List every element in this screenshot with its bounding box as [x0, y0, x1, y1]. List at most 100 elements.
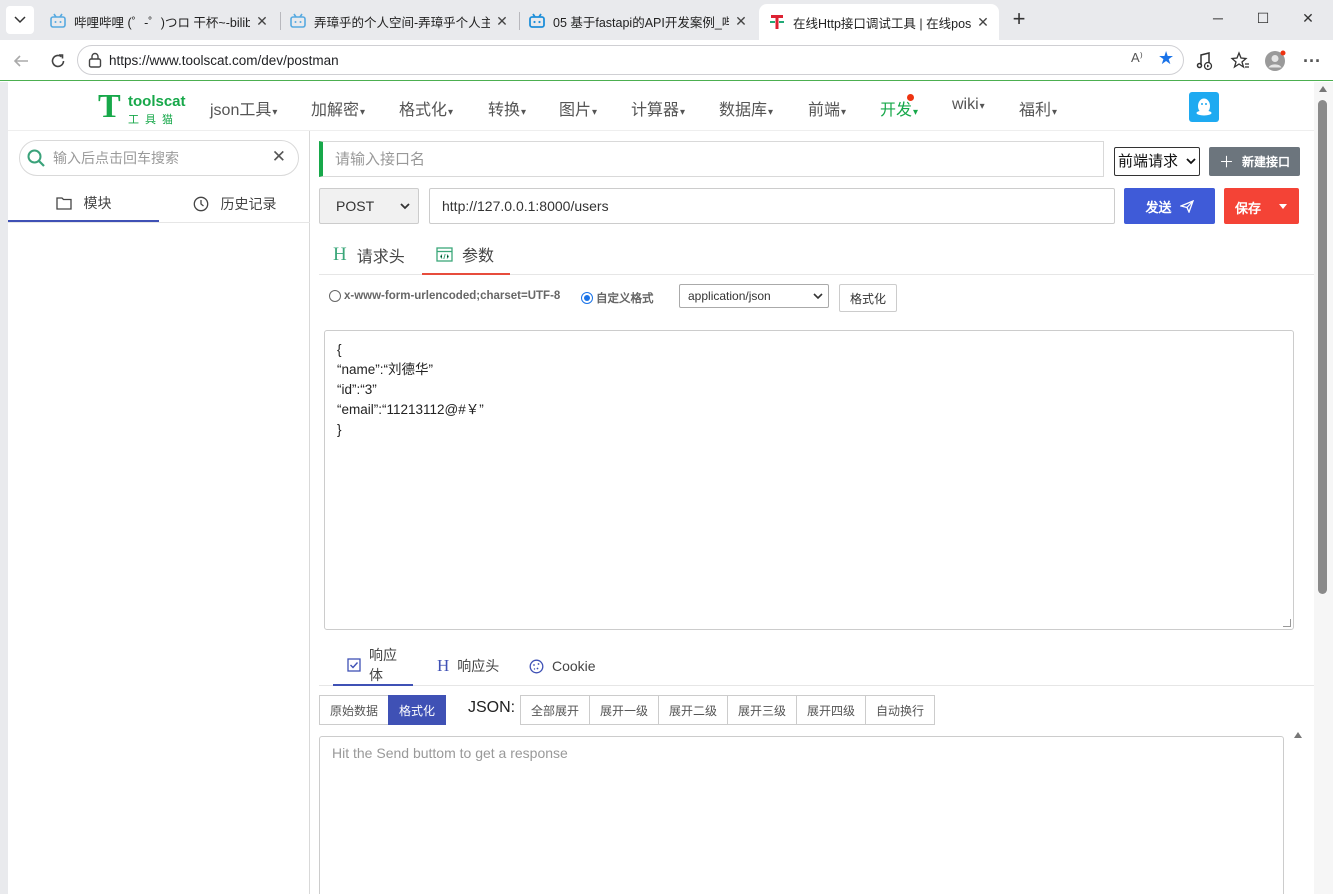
close-icon[interactable]: ✕ [494, 13, 510, 30]
menu-frontend[interactable]: 前端▾ [808, 96, 846, 120]
url-text[interactable]: https://www.toolscat.com/dev/postman [109, 53, 339, 68]
api-name-field[interactable] [319, 141, 1104, 177]
browser-tab-bilibili[interactable]: 哔哩哔哩 (゜-゜)つロ 干杯~-bilibili ✕ [40, 6, 278, 36]
menu-dev[interactable]: 开发▾ [880, 94, 918, 120]
read-aloud-icon[interactable]: A⁾ [1131, 50, 1143, 66]
tab-label: 模块 [83, 195, 112, 211]
media-control-icon[interactable] [1193, 50, 1215, 72]
menu-convert[interactable]: 转换▾ [488, 96, 526, 120]
new-api-label: 新建接口 [1242, 155, 1291, 169]
new-tab-plus-icon[interactable]: + [1007, 8, 1031, 32]
back-arrow-icon[interactable] [10, 50, 32, 72]
request-body-editor[interactable]: { “name”:“刘德华” “id”:“3” “email”:“1121311… [324, 330, 1294, 630]
request-type-select[interactable]: 前端请求 [1114, 147, 1200, 176]
resize-handle-icon[interactable] [1283, 619, 1291, 627]
scroll-up-arrow-icon[interactable] [1319, 86, 1327, 92]
menu-calculator[interactable]: 计算器▾ [631, 96, 685, 120]
tab-title: 05 基于fastapi的API开发案例_哔哩 [553, 15, 729, 30]
caret-down-icon[interactable] [1279, 204, 1287, 209]
caret-down-icon: ▾ [360, 107, 366, 118]
close-icon[interactable]: ✕ [975, 14, 991, 31]
radio-custom-format[interactable]: 自定义格式 [581, 290, 654, 306]
content-type-select[interactable]: application/json [679, 284, 829, 308]
sidebar-tab-modules[interactable]: 模块 [8, 186, 159, 222]
request-url-input[interactable] [430, 189, 1114, 223]
menu-label: wiki [952, 96, 979, 113]
maximize-icon[interactable]: ☐ [1253, 10, 1273, 27]
window-close-icon[interactable]: ✕ [1298, 10, 1318, 27]
menu-wiki[interactable]: wiki▾ [952, 96, 985, 114]
request-url-field[interactable] [429, 188, 1115, 224]
tab-label: 响应体 [369, 647, 397, 683]
browser-tab-space[interactable]: 弄璋乎的个人空间-弄璋乎个人主页 ✕ [280, 6, 518, 36]
tab-request-headers[interactable]: H 请求头 [319, 235, 419, 275]
auto-wrap-button[interactable]: 自动换行 [865, 695, 935, 725]
menu-crypto[interactable]: 加解密▾ [311, 96, 365, 120]
caret-down-icon: ▾ [680, 107, 686, 118]
favorites-star-icon[interactable] [1229, 50, 1251, 72]
scrollbar-thumb[interactable] [1318, 100, 1327, 594]
http-method-select[interactable]: POST [319, 188, 419, 224]
radio-circle-checked[interactable] [581, 292, 593, 304]
sidebar-tab-history[interactable]: 历史记录 [159, 186, 310, 222]
menu-image[interactable]: 图片▾ [559, 96, 597, 120]
seg-label: 格式化 [398, 703, 435, 718]
expand-level-2-button[interactable]: 展开二级 [658, 695, 728, 725]
seg-label: 展开四级 [806, 703, 855, 718]
bilibili-icon [290, 13, 306, 29]
send-button[interactable]: 发送 [1124, 188, 1215, 224]
toolscat-logo[interactable]: T toolscat 工具猫 [98, 88, 188, 126]
close-icon[interactable]: ✕ [733, 13, 749, 30]
address-bar[interactable]: https://www.toolscat.com/dev/postman A⁾ … [77, 45, 1184, 75]
menu-json-tools[interactable]: json工具▾ [210, 96, 277, 120]
code-window-icon [436, 246, 453, 262]
clear-search-close-icon[interactable]: ✕ [272, 147, 286, 167]
format-body-button[interactable]: 格式化 [839, 284, 897, 312]
expand-level-1-button[interactable]: 展开一级 [589, 695, 659, 725]
save-button[interactable]: 保存 [1224, 188, 1299, 224]
tab-response-body[interactable]: 响应体 [333, 646, 413, 686]
search-input[interactable] [53, 147, 263, 169]
page-scrollbar[interactable] [1314, 82, 1333, 894]
menu-welfare[interactable]: 福利▾ [1019, 96, 1057, 120]
radio-urlencoded[interactable]: x-www-form-urlencoded;charset=UTF-8 [329, 290, 560, 302]
lock-icon[interactable] [88, 52, 102, 68]
tab-label: 历史记录 [220, 196, 277, 212]
browser-tab-fastapi[interactable]: 05 基于fastapi的API开发案例_哔哩 ✕ [519, 6, 757, 36]
close-icon[interactable]: ✕ [254, 13, 270, 30]
minimize-icon[interactable]: ─ [1208, 10, 1228, 26]
new-api-button[interactable]: ＋ 新建接口 [1209, 147, 1300, 176]
qq-penguin-icon[interactable] [1189, 92, 1219, 122]
seg-label: 自动换行 [875, 703, 924, 718]
expand-level-4-button[interactable]: 展开四级 [796, 695, 866, 725]
expand-all-button[interactable]: 全部展开 [520, 695, 590, 725]
caret-down-icon: ▾ [521, 107, 527, 118]
response-output[interactable]: Hit the Send buttom to get a response [319, 736, 1284, 894]
refresh-icon[interactable] [47, 50, 69, 72]
radio-circle[interactable] [329, 290, 341, 302]
tab-cookie[interactable]: Cookie [515, 646, 610, 686]
api-name-input[interactable] [323, 142, 1103, 176]
inner-scroll-up-arrow-icon[interactable] [1294, 732, 1302, 738]
menu-database[interactable]: 数据库▾ [719, 96, 773, 120]
more-menu-icon[interactable]: ··· [1301, 50, 1323, 72]
seg-label: 展开二级 [668, 703, 717, 718]
module-search[interactable]: ✕ [19, 140, 299, 176]
save-label: 保存 [1235, 201, 1262, 216]
raw-data-button[interactable]: 原始数据 [319, 695, 389, 725]
tab-params[interactable]: 参数 [422, 235, 510, 275]
menu-label: 数据库 [719, 102, 768, 119]
profile-avatar-icon[interactable] [1264, 50, 1286, 72]
expand-level-3-button[interactable]: 展开三级 [727, 695, 797, 725]
tab-response-headers[interactable]: H 响应头 [423, 646, 513, 686]
format-label: 格式化 [849, 291, 886, 306]
tab-label: 参数 [462, 248, 495, 265]
tab-list-chevron-down-icon[interactable] [6, 6, 34, 34]
browser-tab-toolscat[interactable]: 在线Http接口调试工具 | 在线postman ✕ [759, 4, 999, 40]
bilibili-icon [50, 13, 66, 29]
menu-label: 转换 [488, 102, 521, 119]
favorite-star-icon[interactable]: ★ [1158, 48, 1174, 69]
formatted-button[interactable]: 格式化 [388, 695, 446, 725]
menu-format[interactable]: 格式化▾ [399, 96, 453, 120]
menu-label: 福利 [1019, 102, 1052, 119]
